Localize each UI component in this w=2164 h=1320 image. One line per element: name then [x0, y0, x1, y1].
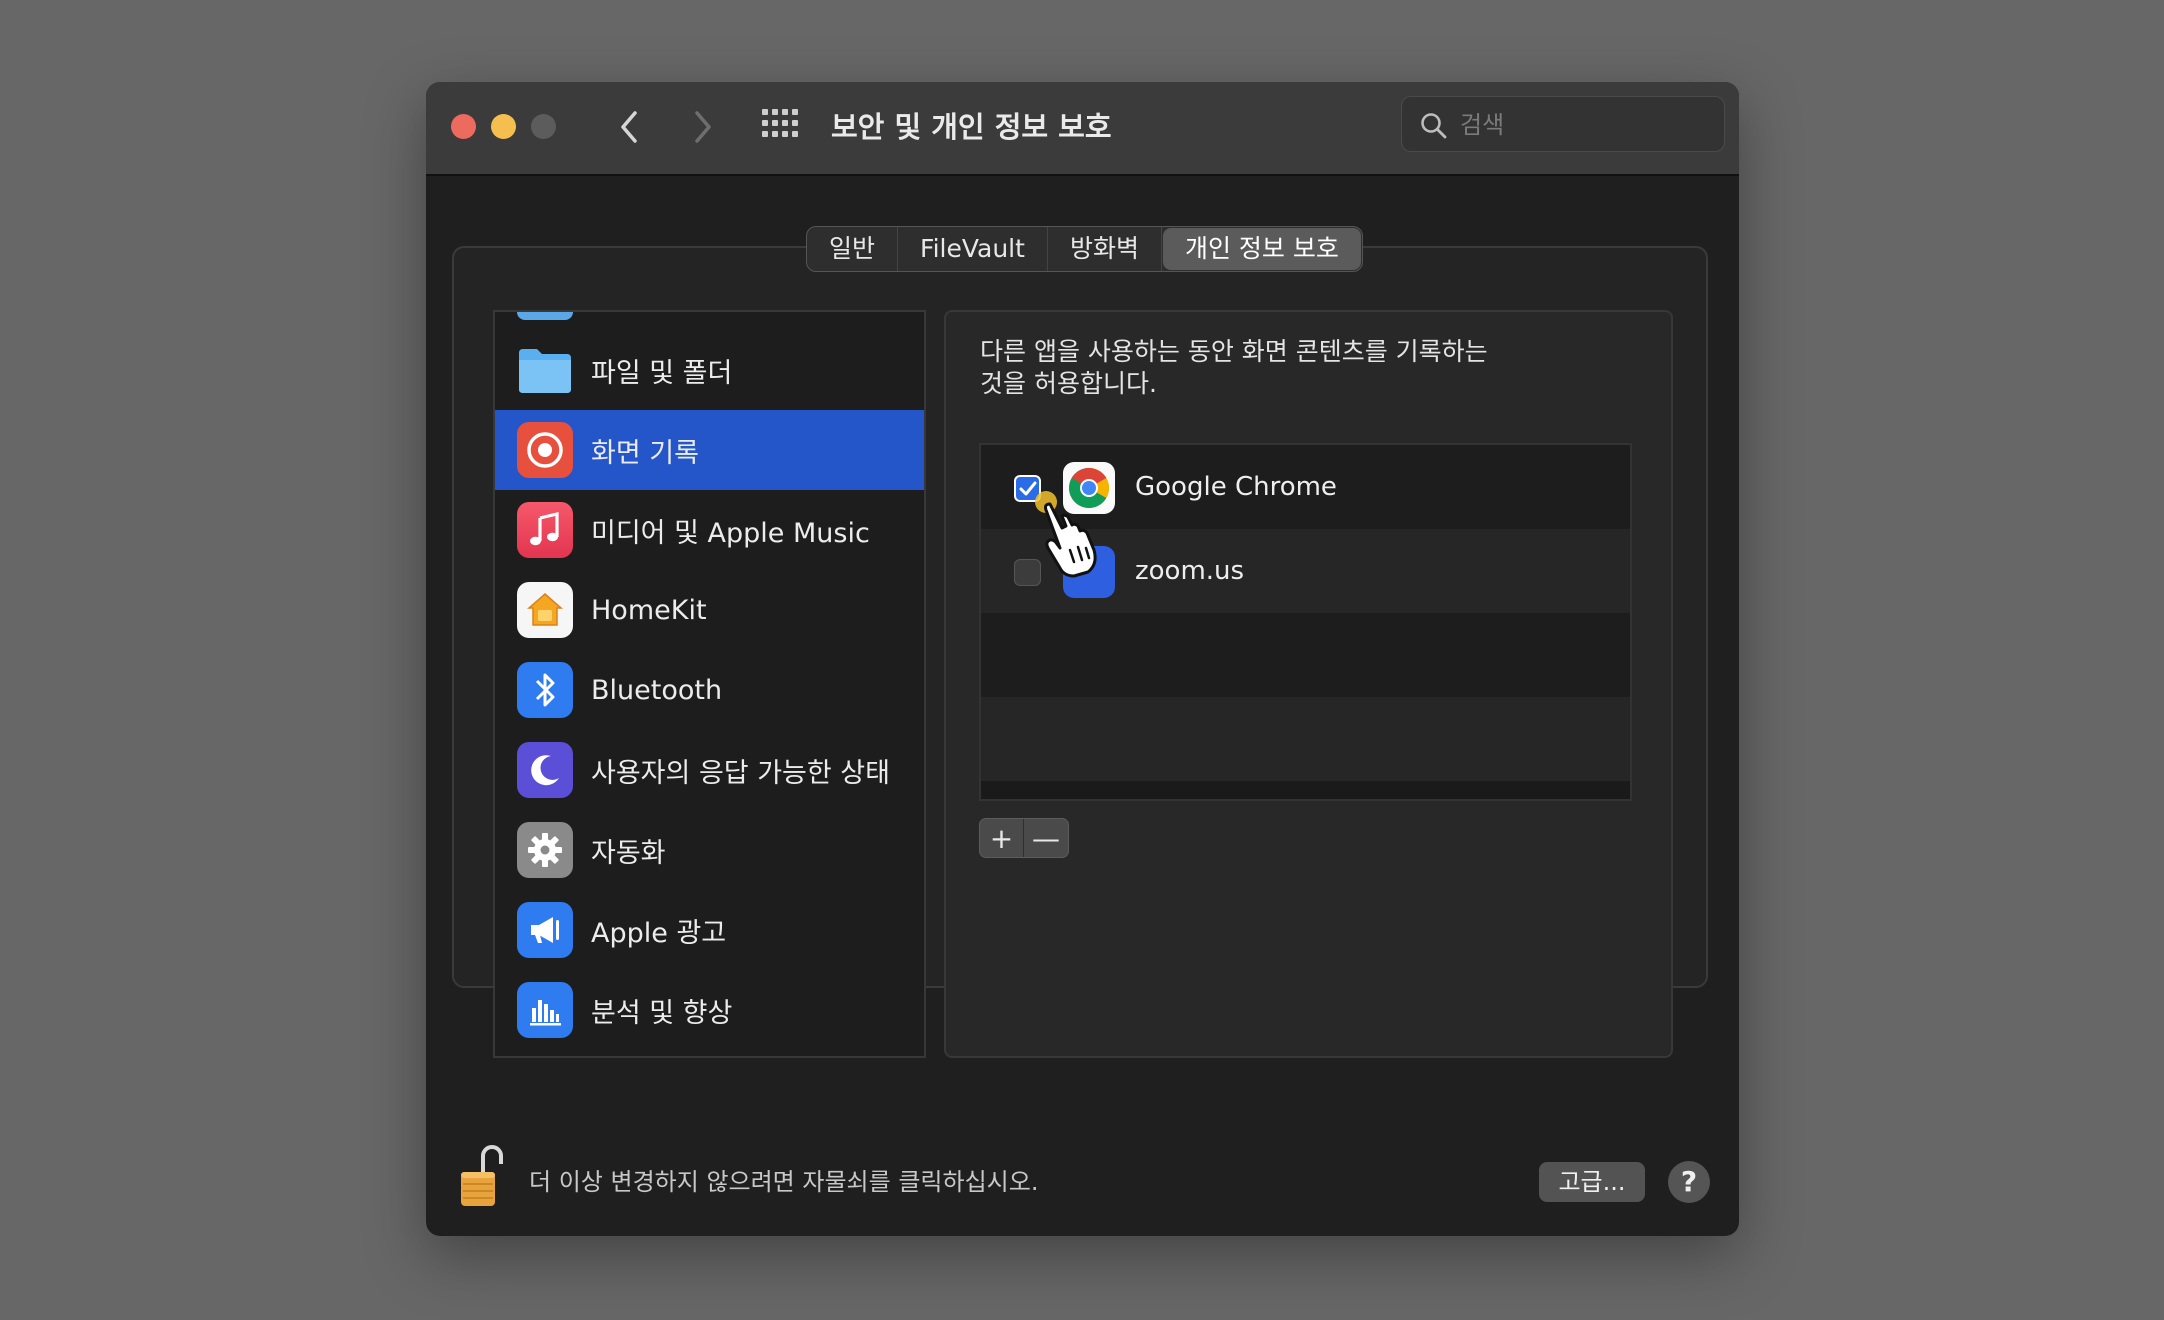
privacy-category-list: 파일 및 폴더 화면 기록 미디어 및 Apple Music HomeKit	[493, 310, 926, 1058]
description-line: 다른 앱을 사용하는 동안 화면 콘텐츠를 기록하는	[980, 337, 1488, 366]
remove-app-button[interactable]: —	[1024, 819, 1068, 857]
back-button[interactable]	[609, 104, 649, 150]
tab-firewall[interactable]: 방화벽	[1048, 227, 1162, 271]
help-button[interactable]: ?	[1668, 1161, 1710, 1203]
forward-button[interactable]	[683, 104, 723, 150]
close-window-button[interactable]	[451, 114, 476, 139]
bluetooth-icon	[517, 662, 573, 718]
search-field[interactable]	[1401, 96, 1725, 152]
sidebar-item-label: 자동화	[591, 837, 666, 869]
music-icon	[517, 502, 573, 558]
minimize-window-button[interactable]	[491, 114, 516, 139]
window-title: 보안 및 개인 정보 보호	[831, 110, 1112, 144]
scrolled-item-icon	[517, 312, 573, 320]
sidebar-item-analytics[interactable]: 분석 및 향상	[495, 970, 924, 1050]
sidebar-item-homekit[interactable]: HomeKit	[495, 570, 924, 650]
tab-general[interactable]: 일반	[807, 227, 899, 271]
gear-icon	[517, 822, 573, 878]
sidebar-item-media-music[interactable]: 미디어 및 Apple Music	[495, 490, 924, 570]
tab-privacy[interactable]: 개인 정보 보호	[1162, 228, 1361, 270]
tab-filevault[interactable]: FileVault	[898, 227, 1048, 271]
zoom-window-button[interactable]	[531, 114, 556, 139]
description-line: 것을 허용합니다.	[980, 369, 1157, 398]
sidebar-item-files-folders[interactable]: 파일 및 폴더	[495, 330, 924, 410]
empty-row	[981, 613, 1630, 697]
permission-description: 다른 앱을 사용하는 동안 화면 콘텐츠를 기록하는 것을 허용합니다.	[980, 336, 1540, 400]
sidebar-item-label: 분석 및 향상	[591, 997, 733, 1029]
pointer-cursor-icon	[1032, 490, 1112, 584]
add-remove-control: + —	[979, 818, 1069, 858]
chevron-left-icon	[621, 111, 637, 143]
sidebar-item-automation[interactable]: 자동화	[495, 810, 924, 890]
folder-icon	[517, 342, 573, 398]
sidebar-item-label: 화면 기록	[591, 437, 699, 469]
screen-record-icon	[517, 422, 573, 478]
megaphone-icon	[517, 902, 573, 958]
show-all-grid-button[interactable]	[762, 109, 800, 145]
sidebar-item-label: Apple 광고	[591, 917, 727, 949]
advanced-button[interactable]: 고급...	[1539, 1162, 1645, 1202]
unlocked-padlock-icon	[461, 1145, 503, 1206]
lock-status-text: 더 이상 변경하지 않으려면 자물쇠를 클릭하십시오.	[529, 1168, 1039, 1196]
tab-bar: 일반 FileVault 방화벽 개인 정보 보호	[806, 226, 1363, 272]
sidebar-item-label: Bluetooth	[591, 674, 723, 706]
preferences-window: 보안 및 개인 정보 보호 일반 FileVault 방화벽 개인 정보 보호 …	[426, 82, 1739, 1236]
moon-icon	[517, 742, 573, 798]
sidebar-item-focus[interactable]: 사용자의 응답 가능한 상태	[495, 730, 924, 810]
analytics-icon	[517, 982, 573, 1038]
sidebar-item-label: 사용자의 응답 가능한 상태	[591, 757, 890, 789]
sidebar-item-label: HomeKit	[591, 594, 707, 626]
home-icon	[517, 582, 573, 638]
sidebar-item-apple-ads[interactable]: Apple 광고	[495, 890, 924, 970]
app-name: zoom.us	[1135, 556, 1245, 586]
sidebar-item-label: 미디어 및 Apple Music	[591, 517, 870, 549]
empty-row	[981, 697, 1630, 781]
add-app-button[interactable]: +	[980, 819, 1025, 857]
app-name: Google Chrome	[1135, 472, 1337, 502]
screen-recording-detail: 다른 앱을 사용하는 동안 화면 콘텐츠를 기록하는 것을 허용합니다. Goo…	[944, 310, 1673, 1058]
search-input[interactable]	[1460, 105, 1710, 145]
chevron-right-icon	[695, 111, 711, 143]
search-icon	[1421, 113, 1447, 139]
sidebar-item-label: 파일 및 폴더	[591, 357, 733, 389]
lock-button[interactable]	[459, 1144, 503, 1208]
sidebar-item-screen-recording[interactable]: 화면 기록	[495, 410, 924, 490]
title-bar: 보안 및 개인 정보 보호	[426, 82, 1739, 176]
sidebar-item-bluetooth[interactable]: Bluetooth	[495, 650, 924, 730]
